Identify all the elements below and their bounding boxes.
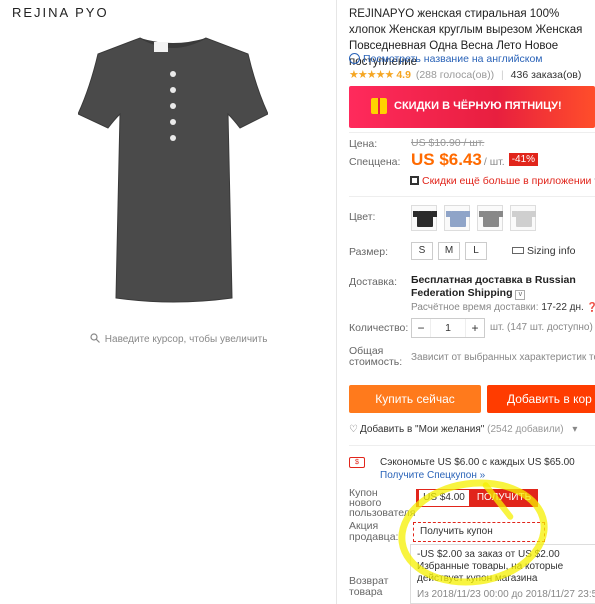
price-unit: / шт. [483, 156, 505, 168]
shipping-method-text: Бесплатная доставка в Russian Federation… [411, 274, 576, 299]
heart-icon: ♡ [349, 424, 358, 435]
translate-title-link[interactable]: Посмотреть название на английском [349, 53, 543, 65]
quantity-available: шт. (147 шт. доступно) [490, 322, 593, 333]
zoom-hint: Наведите курсор, чтобы увеличить [90, 333, 267, 345]
size-option-m[interactable]: M [438, 242, 460, 260]
qr-code-icon [410, 176, 419, 185]
special-price-label: Спеццена: [349, 156, 401, 168]
chevron-down-icon[interactable]: ▾ [572, 424, 577, 435]
gift-icon [371, 98, 387, 114]
delivery-time-value: 17-22 дн. [541, 302, 584, 313]
app-deal-text: Скидки ещё больше в приложении [422, 175, 592, 187]
total-note: Зависит от выбранных характеристик товар [411, 352, 595, 363]
divider [349, 132, 595, 133]
rating-value: 4.9 [396, 69, 411, 81]
product-image[interactable] [78, 28, 268, 308]
tshirt-icon [479, 211, 503, 227]
translate-link-text: Посмотреть название на английском [363, 53, 543, 65]
old-price: US $10.90 / шт. [411, 137, 485, 149]
info-icon[interactable]: ❓ [587, 302, 595, 312]
sizing-info-text: Sizing info [527, 245, 576, 257]
coupon-icon: $ [349, 457, 365, 468]
app-deal-link[interactable]: Скидки ещё больше в приложении ▾ [410, 175, 595, 187]
discount-badge: -41% [508, 153, 539, 166]
rating-count-link[interactable]: (288 голоса(ов)) [416, 69, 494, 81]
add-to-wishlist[interactable]: ♡ Добавить в "Мои желания" (2542 добавили… [349, 424, 577, 435]
color-swatch-gray[interactable] [477, 205, 503, 231]
current-price-value: US $6.43 [411, 150, 482, 169]
size-option-l[interactable]: L [465, 242, 487, 260]
column-divider [336, 0, 337, 604]
sizing-info-link[interactable]: Sizing info [512, 245, 575, 257]
tshirt-icon [512, 211, 536, 227]
rating-row: ★★★★★ 4.9 (288 голоса(ов)) | 436 заказа(о… [349, 68, 581, 81]
quantity-stepper: − 1 + [411, 318, 485, 338]
current-price: US $6.43/ шт. -41% [411, 150, 539, 170]
new-user-coupon-label: Купон нового пользователя [349, 487, 416, 519]
separator: | [501, 69, 504, 81]
tshirt-icon [413, 211, 437, 227]
seller-promo-label: Акция продавца: [349, 520, 399, 543]
total-label: Общая стоимость: [349, 345, 403, 368]
delivery-time-label: Расчётное время доставки: [411, 302, 539, 313]
color-label: Цвет: [349, 211, 376, 223]
returns-label: Возврат товара [349, 575, 389, 598]
zoom-hint-text: Наведите курсор, чтобы увеличить [104, 334, 268, 345]
orders-count: 436 заказа(ов) [510, 69, 582, 81]
chevron-down-icon[interactable]: v [515, 290, 526, 300]
shipping-method[interactable]: Бесплатная доставка в Russian Federation… [411, 274, 595, 300]
wishlist-count: (2542 добавили) [487, 424, 564, 435]
translate-icon [349, 53, 360, 64]
tshirt-body [78, 37, 268, 303]
quantity-decrease-button[interactable]: − [412, 321, 430, 335]
black-friday-banner[interactable]: СКИДКИ В ЧЁРНУЮ ПЯТНИЦУ! [349, 86, 595, 128]
magnifier-icon [90, 333, 100, 343]
buy-now-button[interactable]: Купить сейчас [349, 385, 481, 413]
divider [349, 196, 595, 197]
add-to-cart-button[interactable]: Добавить в кор [487, 385, 595, 413]
quantity-increase-button[interactable]: + [466, 321, 484, 335]
delivery-time: Расчётное время доставки: 17-22 дн. ❓ [411, 302, 595, 313]
brand-logo[interactable]: REJINA PYO [12, 5, 109, 20]
save-offer-text: Сэкономьте US $6.00 с каждых US $65.00 [380, 457, 575, 468]
coupon-dates: Из 2018/11/23 00:00 до 2018/11/27 23:59 [417, 589, 595, 600]
quantity-label: Количество: [349, 322, 409, 334]
quantity-input[interactable]: 1 [430, 319, 466, 337]
color-swatch-light[interactable] [510, 205, 536, 231]
tshirt-icon [446, 211, 470, 227]
size-label: Размер: [349, 246, 389, 258]
divider [349, 445, 595, 446]
size-option-s[interactable]: S [411, 242, 433, 260]
price-label: Цена: [349, 138, 378, 150]
shipping-label: Доставка: [349, 276, 398, 288]
color-swatch-black[interactable] [411, 205, 437, 231]
ruler-icon [512, 247, 524, 254]
banner-text: СКИДКИ В ЧЁРНУЮ ПЯТНИЦУ! [394, 100, 562, 112]
color-swatch-blue[interactable] [444, 205, 470, 231]
rating-stars-icon[interactable]: ★★★★★ [349, 69, 394, 81]
wishlist-text: Добавить в "Мои желания" [359, 424, 485, 435]
